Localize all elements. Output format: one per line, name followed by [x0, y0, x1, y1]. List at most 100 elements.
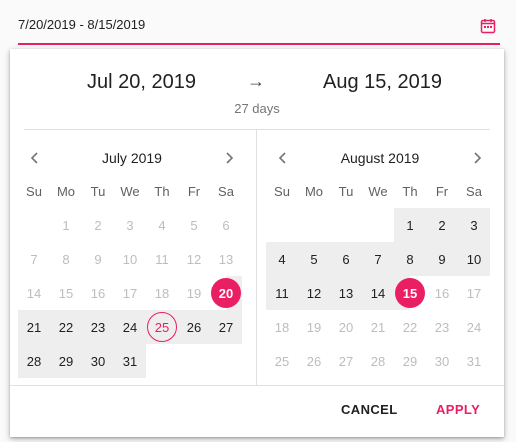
day-cell[interactable]: 15: [50, 276, 82, 310]
apply-button[interactable]: APPLY: [436, 402, 480, 417]
day-cell[interactable]: 22: [50, 310, 82, 344]
day-cell[interactable]: 24: [114, 310, 146, 344]
day-cell[interactable]: 4: [146, 208, 178, 242]
day-number: 19: [306, 319, 322, 335]
day-cell[interactable]: 11: [266, 276, 298, 310]
day-number: 20: [218, 285, 234, 301]
day-cell[interactable]: 7: [362, 242, 394, 276]
day-cell[interactable]: 19: [178, 276, 210, 310]
day-number: 21: [370, 319, 386, 335]
day-cell[interactable]: 20: [330, 310, 362, 344]
day-number: 30: [90, 353, 106, 369]
day-cell[interactable]: 27: [330, 344, 362, 378]
day-cell[interactable]: 30: [82, 344, 114, 378]
day-cell[interactable]: 19: [298, 310, 330, 344]
day-cell[interactable]: 24: [458, 310, 490, 344]
day-cell[interactable]: 7: [18, 242, 50, 276]
calendar-icon[interactable]: [480, 18, 496, 34]
day-cell[interactable]: 6: [330, 242, 362, 276]
weekday-label: Tu: [338, 183, 354, 199]
day-number: 25: [154, 319, 170, 335]
next-month-button[interactable]: [468, 149, 486, 167]
day-cell[interactable]: 17: [458, 276, 490, 310]
day-cell[interactable]: 14: [18, 276, 50, 310]
month-calendar-july: July 2019 Su Mo Tu We Th Fr Sa 1 2 3 4 5 6 7 8 9 10 11 12 1…: [18, 129, 246, 385]
day-cell[interactable]: 3: [458, 208, 490, 242]
day-cell[interactable]: 31: [458, 344, 490, 378]
day-cell[interactable]: 30: [426, 344, 458, 378]
day-number: 26: [306, 353, 322, 369]
day-cell[interactable]: 9: [426, 242, 458, 276]
day-cell[interactable]: 23: [426, 310, 458, 344]
day-cell[interactable]: 5: [298, 242, 330, 276]
day-cell[interactable]: 5: [178, 208, 210, 242]
date-range-input[interactable]: 7/20/2019 - 8/15/2019: [18, 0, 500, 46]
day-cell[interactable]: 8: [394, 242, 426, 276]
day-cell[interactable]: 3: [114, 208, 146, 242]
day-number: 5: [190, 217, 198, 233]
day-cell[interactable]: 10: [114, 242, 146, 276]
day-cell[interactable]: 18: [146, 276, 178, 310]
date-range-value[interactable]: 7/20/2019 - 8/15/2019: [18, 17, 145, 32]
day-cell[interactable]: 12: [178, 242, 210, 276]
day-cell[interactable]: 25: [266, 344, 298, 378]
day-number: 1: [406, 217, 414, 233]
day-cell[interactable]: 28: [18, 344, 50, 378]
day-cell[interactable]: 20: [210, 276, 242, 310]
empty-cell: [266, 208, 298, 242]
day-cell[interactable]: 26: [298, 344, 330, 378]
day-number: 10: [466, 251, 482, 267]
day-number: 15: [402, 285, 418, 301]
day-number: 28: [26, 353, 42, 369]
day-cell[interactable]: 15: [394, 276, 426, 310]
day-cell[interactable]: 29: [394, 344, 426, 378]
day-cell[interactable]: 21: [18, 310, 50, 344]
days-grid: Su Mo Tu We Th Fr Sa 1 2 3 4 5 6 7 8 9 10 11 12 13 14 15 16 17 1…: [266, 174, 494, 378]
date-range-picker: Jul 20, 2019 → Aug 15, 2019 27 days July…: [10, 49, 504, 437]
day-cell[interactable]: 27: [210, 310, 242, 344]
day-cell[interactable]: 28: [362, 344, 394, 378]
day-cell[interactable]: 16: [82, 276, 114, 310]
weekday-label: Th: [402, 183, 418, 199]
weekday-label: Su: [274, 183, 290, 199]
day-cell[interactable]: 1: [394, 208, 426, 242]
day-cell[interactable]: 17: [114, 276, 146, 310]
next-month-button[interactable]: [220, 149, 238, 167]
month-header: July 2019: [18, 149, 246, 167]
day-number: 12: [306, 285, 322, 301]
day-number: 3: [470, 217, 478, 233]
day-cell[interactable]: 14: [362, 276, 394, 310]
day-number: 17: [466, 285, 482, 301]
day-cell[interactable]: 18: [266, 310, 298, 344]
day-number: 31: [466, 353, 482, 369]
day-cell[interactable]: 8: [50, 242, 82, 276]
day-cell[interactable]: 16: [426, 276, 458, 310]
day-cell[interactable]: 4: [266, 242, 298, 276]
day-cell[interactable]: 22: [394, 310, 426, 344]
day-cell[interactable]: 31: [114, 344, 146, 378]
day-number: 1: [62, 217, 70, 233]
day-cell[interactable]: 2: [426, 208, 458, 242]
day-cell[interactable]: 26: [178, 310, 210, 344]
day-cell[interactable]: 6: [210, 208, 242, 242]
divider: [256, 129, 257, 385]
month-title: July 2019: [102, 150, 162, 166]
day-cell[interactable]: 23: [82, 310, 114, 344]
day-cell[interactable]: 9: [82, 242, 114, 276]
day-cell[interactable]: 1: [50, 208, 82, 242]
day-cell[interactable]: 13: [210, 242, 242, 276]
day-cell[interactable]: 25: [146, 310, 178, 344]
day-number: 11: [275, 285, 289, 301]
days-grid: Su Mo Tu We Th Fr Sa 1 2 3 4 5 6 7 8 9 10 11 12 13 14 15 16 17 1…: [18, 174, 246, 378]
day-cell[interactable]: 13: [330, 276, 362, 310]
day-number: 3: [126, 217, 134, 233]
day-number: 28: [370, 353, 386, 369]
day-cell[interactable]: 12: [298, 276, 330, 310]
cancel-button[interactable]: CANCEL: [341, 402, 398, 417]
day-number: 19: [186, 285, 202, 301]
day-cell[interactable]: 21: [362, 310, 394, 344]
day-cell[interactable]: 10: [458, 242, 490, 276]
day-cell[interactable]: 11: [146, 242, 178, 276]
day-cell[interactable]: 29: [50, 344, 82, 378]
day-cell[interactable]: 2: [82, 208, 114, 242]
